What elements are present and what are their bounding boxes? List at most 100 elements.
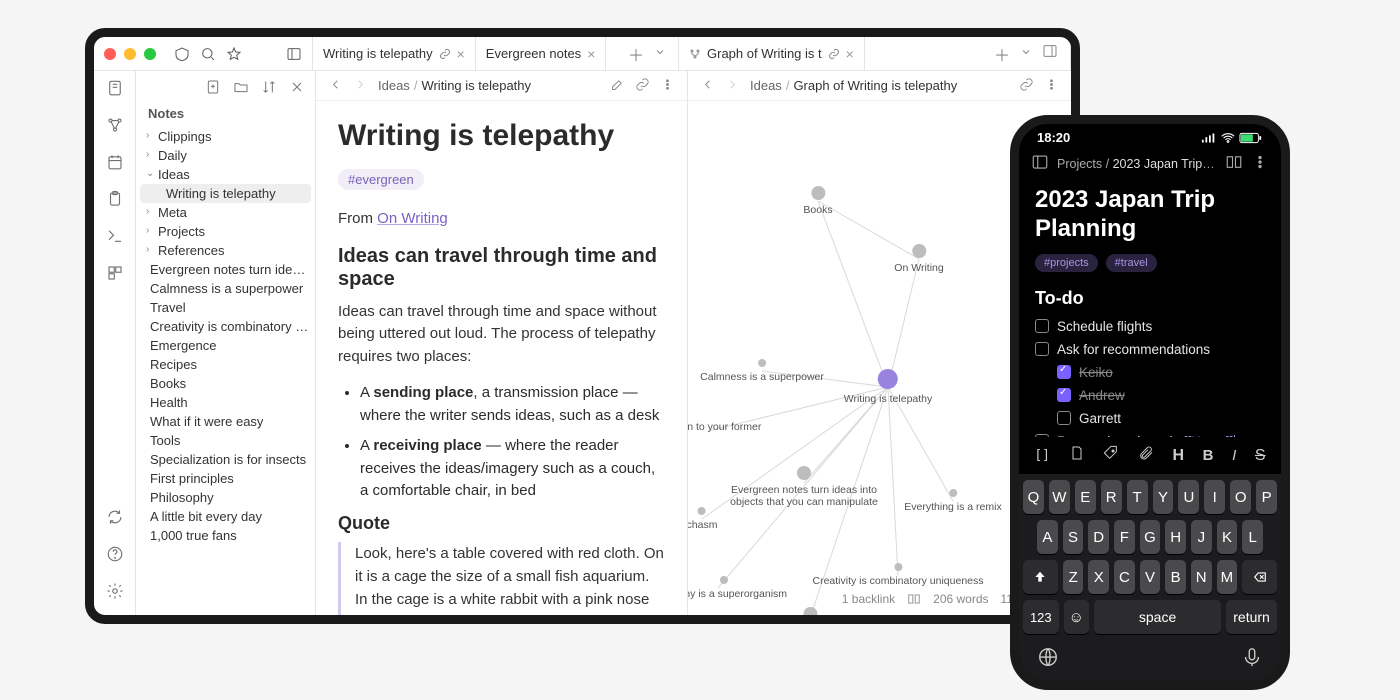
keyboard[interactable]: QWERTYUIOP ASDFGHJKL ZXCVBNM 123 ☺ space…: [1019, 474, 1281, 681]
new-folder-icon[interactable]: [233, 79, 249, 98]
sidebar-item[interactable]: First principles: [136, 469, 315, 488]
breadcrumb[interactable]: Projects / 2023 Japan Trip Pl…: [1057, 157, 1217, 171]
italic-icon[interactable]: I: [1232, 447, 1236, 464]
tab-writing[interactable]: Writing is telepathy ×: [313, 37, 476, 70]
brackets-icon[interactable]: []: [1034, 448, 1050, 463]
checkbox-icon[interactable]: [1035, 342, 1049, 356]
sidebar-item[interactable]: Health: [136, 393, 315, 412]
sidebar-item[interactable]: Tools: [136, 431, 315, 450]
back-icon[interactable]: [328, 77, 343, 95]
graph-node[interactable]: On Writing: [894, 244, 943, 274]
key-e[interactable]: E: [1075, 480, 1096, 514]
sidebar-item-writing-is-telepathy[interactable]: Writing is telepathy: [140, 184, 311, 203]
key-m[interactable]: M: [1217, 560, 1238, 594]
star-icon[interactable]: [226, 46, 242, 62]
backlink-count[interactable]: 1 backlink: [842, 592, 895, 609]
key-n[interactable]: N: [1191, 560, 1212, 594]
mic-icon[interactable]: [1241, 646, 1263, 673]
link-on-writing[interactable]: On Writing: [377, 210, 448, 227]
graph-node[interactable]: Books: [803, 186, 832, 216]
backspace-key[interactable]: [1242, 560, 1277, 594]
todo-item[interactable]: Andrew: [1035, 388, 1265, 403]
back-icon[interactable]: [700, 77, 715, 95]
key-w[interactable]: W: [1049, 480, 1070, 514]
command-icon[interactable]: [106, 227, 124, 250]
chevron-right-icon[interactable]: ›: [146, 225, 156, 236]
tab-evergreen[interactable]: Evergreen notes ×: [476, 37, 607, 70]
link-icon[interactable]: [1019, 77, 1034, 95]
chevron-down-icon[interactable]: ⌄: [146, 168, 156, 179]
note-body[interactable]: Writing is telepathy #evergreen From On …: [316, 101, 687, 615]
key-q[interactable]: Q: [1023, 480, 1044, 514]
graph-node[interactable]: Calmness is a superpower: [700, 359, 824, 383]
key-k[interactable]: K: [1217, 520, 1238, 554]
close-icon[interactable]: ×: [457, 47, 465, 61]
chevron-down-icon[interactable]: [654, 45, 666, 63]
calendar-icon[interactable]: [106, 153, 124, 176]
sidebar-item-ideas[interactable]: ⌄Ideas: [136, 165, 315, 184]
vault-icon[interactable]: [174, 46, 190, 62]
key-c[interactable]: C: [1114, 560, 1135, 594]
key-s[interactable]: S: [1063, 520, 1084, 554]
sidebar-item-daily[interactable]: ›Daily: [136, 146, 315, 165]
sidebar-item-clippings[interactable]: ›Clippings: [136, 127, 315, 146]
breadcrumb[interactable]: Ideas / Writing is telepathy: [378, 78, 600, 93]
breadcrumb[interactable]: Ideas / Graph of Writing is telepathy: [750, 78, 1009, 93]
key-l[interactable]: L: [1242, 520, 1263, 554]
clipboard-icon[interactable]: [106, 190, 124, 213]
key-o[interactable]: O: [1230, 480, 1251, 514]
heading-icon[interactable]: H: [1172, 447, 1184, 465]
right-sidebar-toggle-icon[interactable]: [1042, 43, 1058, 64]
link-icon[interactable]: [635, 77, 650, 95]
files-icon[interactable]: [106, 79, 124, 102]
tab-graph[interactable]: Graph of Writing is t ×: [679, 37, 865, 70]
todo-item[interactable]: Garrett: [1035, 411, 1265, 426]
forward-icon[interactable]: [353, 77, 368, 95]
edit-icon[interactable]: [610, 77, 625, 95]
more-icon[interactable]: [1044, 77, 1059, 95]
search-icon[interactable]: [200, 46, 216, 62]
key-f[interactable]: F: [1114, 520, 1135, 554]
forward-icon[interactable]: [725, 77, 740, 95]
graph-node[interactable]: \mpany is a superorganism: [688, 576, 787, 600]
strike-icon[interactable]: S: [1255, 447, 1266, 465]
sidebar-item[interactable]: Books: [136, 374, 315, 393]
key-u[interactable]: U: [1178, 480, 1199, 514]
graph-node[interactable]: Everything is a remix: [904, 489, 1001, 513]
collapse-icon[interactable]: [289, 79, 305, 98]
window-controls[interactable]: [104, 48, 156, 60]
tag-projects[interactable]: #projects: [1035, 254, 1098, 272]
emoji-key[interactable]: ☺: [1064, 600, 1089, 634]
reading-mode-icon[interactable]: [1225, 153, 1243, 174]
sidebar-item-references[interactable]: ›References: [136, 241, 315, 260]
key-t[interactable]: T: [1127, 480, 1148, 514]
tag-icon[interactable]: [1103, 445, 1119, 466]
file-icon[interactable]: [1069, 445, 1085, 466]
checkbox-icon[interactable]: [1057, 411, 1071, 425]
shift-key[interactable]: [1023, 560, 1058, 594]
sidebar-item[interactable]: Specialization is for insects: [136, 450, 315, 469]
chevron-right-icon[interactable]: ›: [146, 244, 156, 255]
graph-node-center[interactable]: Writing is telepathy: [844, 369, 933, 405]
graph-view-icon[interactable]: [106, 116, 124, 139]
sidebar-item[interactable]: Creativity is combinatory u…: [136, 317, 315, 336]
new-note-icon[interactable]: [205, 79, 221, 98]
sidebar-toggle-icon[interactable]: [286, 46, 302, 62]
minimize-window-icon[interactable]: [124, 48, 136, 60]
phone-note-body[interactable]: 2023 Japan Trip Planning #projects #trav…: [1019, 180, 1281, 437]
key-j[interactable]: J: [1191, 520, 1212, 554]
graph-node[interactable]: Evergreen notes turn ideas intoobjects t…: [719, 466, 889, 508]
key-z[interactable]: Z: [1063, 560, 1084, 594]
space-key[interactable]: space: [1094, 600, 1221, 634]
key-v[interactable]: V: [1140, 560, 1161, 594]
new-tab-icon[interactable]: ＋: [994, 42, 1010, 66]
key-d[interactable]: D: [1088, 520, 1109, 554]
sync-icon[interactable]: [106, 508, 124, 531]
key-p[interactable]: P: [1256, 480, 1277, 514]
chevron-right-icon[interactable]: ›: [146, 206, 156, 217]
sidebar-item[interactable]: What if it were easy: [136, 412, 315, 431]
more-icon[interactable]: [1251, 153, 1269, 174]
crumb-current[interactable]: Graph of Writing is telepathy: [793, 78, 957, 93]
key-g[interactable]: G: [1140, 520, 1161, 554]
sidebar-toggle-icon[interactable]: [1031, 153, 1049, 174]
